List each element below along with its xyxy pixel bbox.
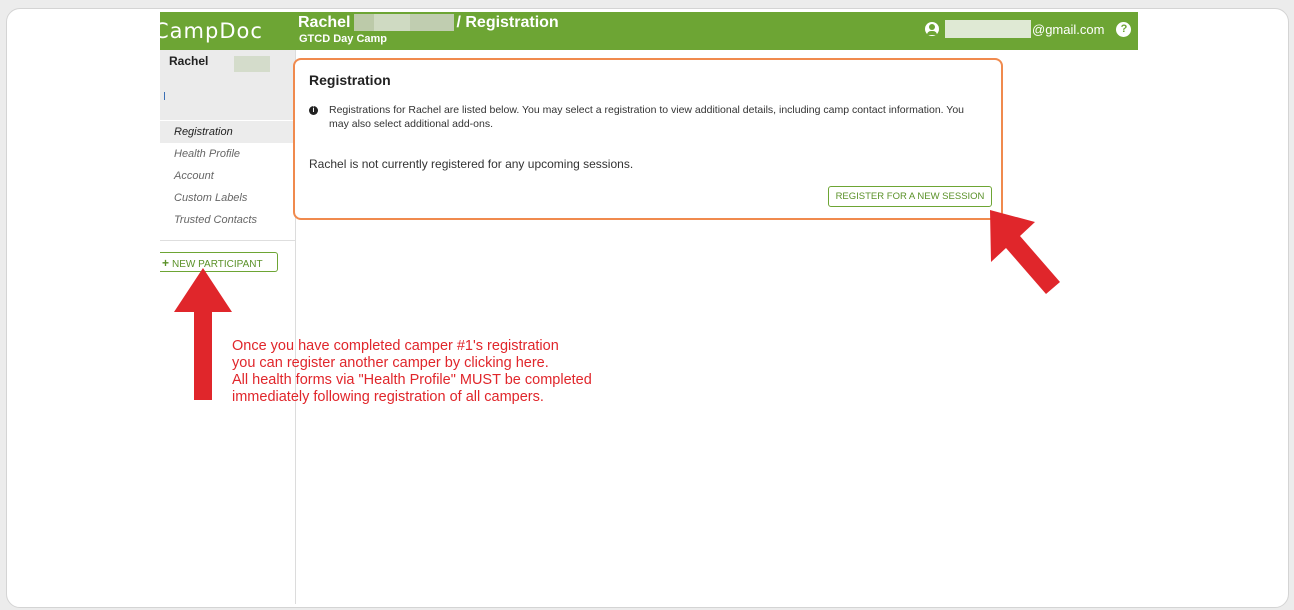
annotation-line: Once you have completed camper #1's regi… (232, 338, 559, 354)
annotation-line: you can register another camper by click… (232, 355, 549, 371)
annotation-line: All health forms via "Health Profile" MU… (232, 372, 592, 388)
annotation-text: Once you have completed camper #1's regi… (232, 338, 702, 406)
up-arrow (174, 268, 232, 400)
annotation-line: immediately following registration of al… (232, 389, 544, 405)
annotation-arrows (174, 210, 1060, 400)
diagonal-arrow (990, 210, 1060, 294)
